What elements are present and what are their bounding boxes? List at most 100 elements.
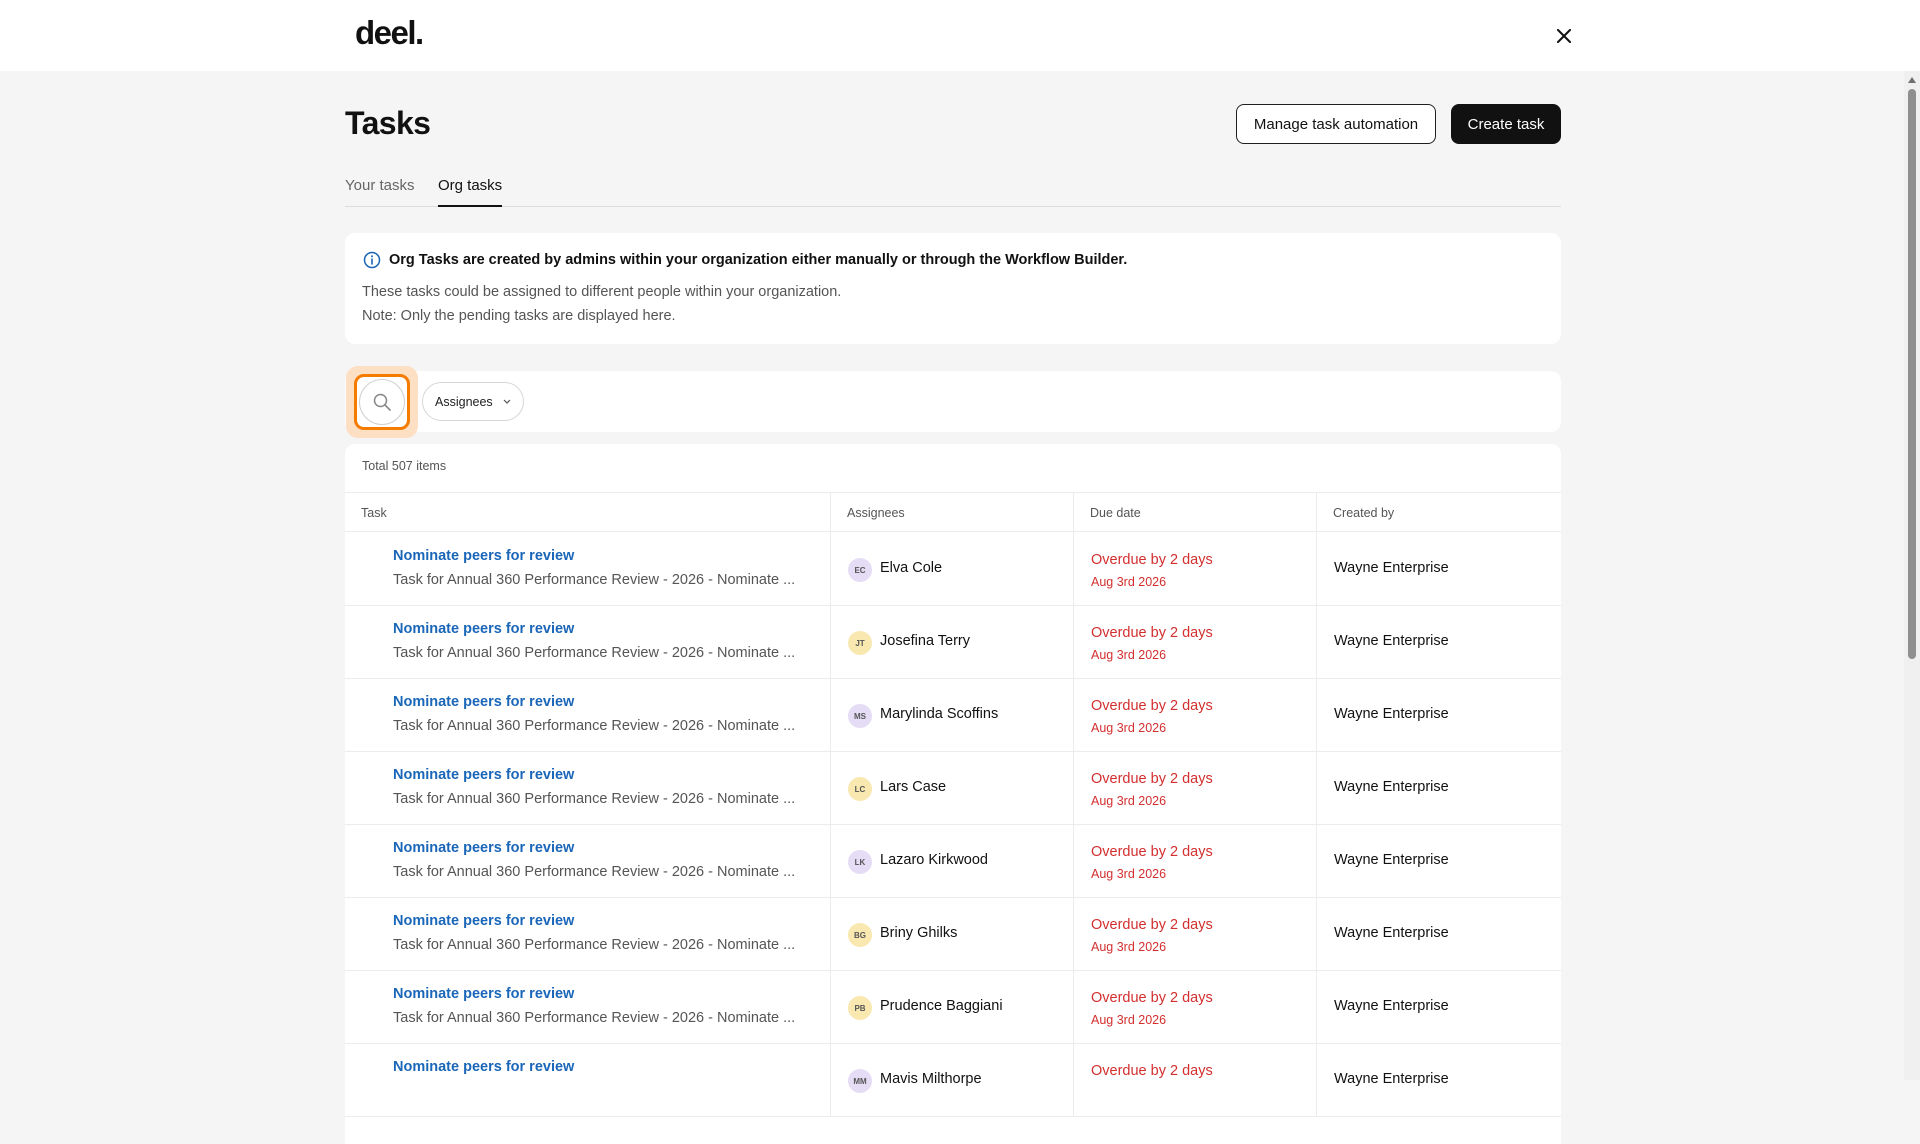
search-button[interactable] <box>359 379 405 425</box>
assignee-cell: EC Elva Cole <box>830 533 1073 606</box>
avatar: PB <box>848 996 872 1020</box>
overdue-status: Overdue by 2 days <box>1091 552 1213 568</box>
column-header-due-date[interactable]: Due date <box>1073 493 1316 533</box>
due-date-cell: Overdue by 2 days Aug 3rd 2026 <box>1073 971 1316 1044</box>
task-title-link[interactable]: Nominate peers for review <box>393 621 574 637</box>
deel-logo[interactable]: deel. <box>355 14 424 52</box>
page-scrollbar[interactable] <box>1904 71 1920 1080</box>
tabs: Your tasks Org tasks <box>345 175 1561 207</box>
due-date: Aug 3rd 2026 <box>1091 575 1167 589</box>
overdue-status: Overdue by 2 days <box>1091 917 1213 933</box>
table-row[interactable]: Nominate peers for review Task for Annua… <box>345 825 1561 898</box>
table-row[interactable]: Nominate peers for review Task for Annua… <box>345 679 1561 752</box>
task-description: Task for Annual 360 Performance Review -… <box>393 645 796 661</box>
due-date-cell: Overdue by 2 days <box>1073 1044 1316 1117</box>
tab-your-tasks[interactable]: Your tasks <box>345 175 415 207</box>
task-cell: Nominate peers for review <box>345 1044 830 1117</box>
table-row[interactable]: Nominate peers for review Task for Annua… <box>345 752 1561 825</box>
creator-name: Wayne Enterprise <box>1334 560 1449 576</box>
task-cell: Nominate peers for review Task for Annua… <box>345 898 830 971</box>
search-icon <box>373 393 391 411</box>
column-header-assignees[interactable]: Assignees <box>830 493 1073 533</box>
overdue-status: Overdue by 2 days <box>1091 698 1213 714</box>
due-date: Aug 3rd 2026 <box>1091 940 1167 954</box>
table-row[interactable]: Nominate peers for review MM Mavis Milth… <box>345 1044 1561 1117</box>
avatar: MS <box>848 704 872 728</box>
avatar: LC <box>848 777 872 801</box>
info-icon <box>363 251 381 269</box>
creator-name: Wayne Enterprise <box>1334 925 1449 941</box>
due-date-cell: Overdue by 2 days Aug 3rd 2026 <box>1073 533 1316 606</box>
table-row[interactable]: Nominate peers for review Task for Annua… <box>345 533 1561 606</box>
creator-name: Wayne Enterprise <box>1334 633 1449 649</box>
task-description: Task for Annual 360 Performance Review -… <box>393 791 796 807</box>
assignee-cell: MM Mavis Milthorpe <box>830 1044 1073 1117</box>
due-date-cell: Overdue by 2 days Aug 3rd 2026 <box>1073 752 1316 825</box>
filter-bar: Assignees <box>345 366 1561 438</box>
task-description: Task for Annual 360 Performance Review -… <box>393 718 796 734</box>
task-title-link[interactable]: Nominate peers for review <box>393 694 574 710</box>
due-date-cell: Overdue by 2 days Aug 3rd 2026 <box>1073 679 1316 752</box>
assignee-cell: PB Prudence Baggiani <box>830 971 1073 1044</box>
task-description: Task for Annual 360 Performance Review -… <box>393 937 796 953</box>
creator-name: Wayne Enterprise <box>1334 779 1449 795</box>
assignee-name: Mavis Milthorpe <box>880 1071 982 1087</box>
task-cell: Nominate peers for review Task for Annua… <box>345 606 830 679</box>
assignee-cell: MS Marylinda Scoffins <box>830 679 1073 752</box>
due-date-cell: Overdue by 2 days Aug 3rd 2026 <box>1073 825 1316 898</box>
close-button[interactable] <box>1552 24 1576 48</box>
overdue-status: Overdue by 2 days <box>1091 625 1213 641</box>
assignee-cell: BG Briny Ghilks <box>830 898 1073 971</box>
due-date: Aug 3rd 2026 <box>1091 794 1167 808</box>
assignee-name: Briny Ghilks <box>880 925 958 941</box>
column-header-created-by[interactable]: Created by <box>1316 493 1561 533</box>
info-title: Org Tasks are created by admins within y… <box>389 252 1128 268</box>
creator-name: Wayne Enterprise <box>1334 706 1449 722</box>
task-title-link[interactable]: Nominate peers for review <box>393 986 574 1002</box>
table-header: Task Assignees Due date Created by <box>345 492 1561 533</box>
task-cell: Nominate peers for review Task for Annua… <box>345 752 830 825</box>
manage-task-automation-button[interactable]: Manage task automation <box>1236 104 1436 144</box>
avatar: EC <box>848 558 872 582</box>
created-by-cell: Wayne Enterprise <box>1316 971 1561 1044</box>
creator-name: Wayne Enterprise <box>1334 1071 1449 1087</box>
total-items-count: Total 507 items <box>362 459 447 473</box>
chevron-down-icon <box>503 399 511 404</box>
task-title-link[interactable]: Nominate peers for review <box>393 767 574 783</box>
overdue-status: Overdue by 2 days <box>1091 771 1213 787</box>
assignees-filter-dropdown[interactable]: Assignees <box>422 382 524 421</box>
created-by-cell: Wayne Enterprise <box>1316 679 1561 752</box>
due-date-cell: Overdue by 2 days Aug 3rd 2026 <box>1073 898 1316 971</box>
task-cell: Nominate peers for review Task for Annua… <box>345 825 830 898</box>
table-row[interactable]: Nominate peers for review Task for Annua… <box>345 898 1561 971</box>
task-description: Task for Annual 360 Performance Review -… <box>393 864 796 880</box>
due-date: Aug 3rd 2026 <box>1091 1013 1167 1027</box>
scroll-up-icon[interactable] <box>1908 77 1916 83</box>
create-task-button[interactable]: Create task <box>1451 104 1561 144</box>
top-bar: deel. <box>0 0 1920 71</box>
info-line-2: Note: Only the pending tasks are display… <box>362 308 676 324</box>
task-title-link[interactable]: Nominate peers for review <box>393 548 574 564</box>
creator-name: Wayne Enterprise <box>1334 852 1449 868</box>
assignee-cell: JT Josefina Terry <box>830 606 1073 679</box>
task-title-link[interactable]: Nominate peers for review <box>393 913 574 929</box>
table-row[interactable]: Nominate peers for review Task for Annua… <box>345 606 1561 679</box>
info-banner: Org Tasks are created by admins within y… <box>345 233 1561 344</box>
task-cell: Nominate peers for review Task for Annua… <box>345 679 830 752</box>
due-date: Aug 3rd 2026 <box>1091 721 1167 735</box>
scrollbar-thumb[interactable] <box>1908 89 1916 659</box>
assignee-name: Marylinda Scoffins <box>880 706 999 722</box>
avatar: MM <box>848 1069 872 1093</box>
created-by-cell: Wayne Enterprise <box>1316 533 1561 606</box>
created-by-cell: Wayne Enterprise <box>1316 825 1561 898</box>
created-by-cell: Wayne Enterprise <box>1316 606 1561 679</box>
due-date-cell: Overdue by 2 days Aug 3rd 2026 <box>1073 606 1316 679</box>
task-title-link[interactable]: Nominate peers for review <box>393 840 574 856</box>
table-row[interactable]: Nominate peers for review Task for Annua… <box>345 971 1561 1044</box>
assignee-name: Prudence Baggiani <box>880 998 1003 1014</box>
assignees-filter-label: Assignees <box>435 394 493 409</box>
task-title-link[interactable]: Nominate peers for review <box>393 1059 574 1075</box>
column-header-task[interactable]: Task <box>345 493 830 533</box>
assignee-cell: LC Lars Case <box>830 752 1073 825</box>
tab-org-tasks[interactable]: Org tasks <box>438 175 503 207</box>
